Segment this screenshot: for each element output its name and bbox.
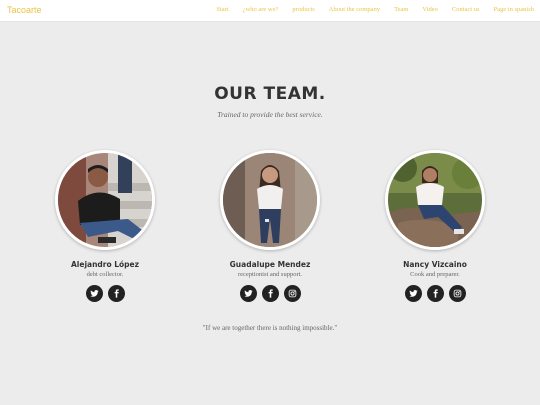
nav-link-products[interactable]: products <box>292 6 314 13</box>
facebook-icon <box>114 289 119 298</box>
member-socials <box>35 285 175 302</box>
member-photo <box>55 150 155 250</box>
team-member-card: Alejandro López debt collector. <box>35 150 175 302</box>
team-member-card: Nancy Vizcaino Cook and preparer. <box>365 150 505 302</box>
facebook-button[interactable] <box>107 285 125 302</box>
nav-link-who-are-we[interactable]: ¿who are we? <box>243 6 279 13</box>
nav-link-contact[interactable]: Contact us <box>452 6 480 13</box>
twitter-icon <box>243 290 253 297</box>
nav-link-video[interactable]: Video <box>422 6 438 13</box>
facebook-icon <box>268 289 273 298</box>
twitter-button[interactable] <box>85 285 103 302</box>
member-name: Nancy Vizcaino <box>403 260 467 269</box>
twitter-button[interactable] <box>239 285 257 302</box>
facebook-icon <box>433 289 438 298</box>
member-role: Cook and preparer. <box>410 271 460 278</box>
member-name: Guadalupe Mendez <box>229 260 311 269</box>
twitter-icon <box>89 290 99 297</box>
nav-link-team[interactable]: Team <box>394 6 408 13</box>
instagram-icon <box>288 289 296 298</box>
member-socials <box>200 285 340 302</box>
member-role: debt collector. <box>86 271 124 278</box>
nav-links: Start ¿who are we? products About the co… <box>216 6 534 13</box>
facebook-button[interactable] <box>261 285 279 302</box>
member-photo <box>220 150 320 250</box>
twitter-button[interactable] <box>404 285 422 302</box>
member-socials <box>365 285 505 302</box>
brand-logo[interactable]: Tacoarte <box>7 5 42 15</box>
nav-link-about-company[interactable]: About the company <box>329 6 380 13</box>
member-name: Alejandro López <box>70 260 140 269</box>
section-title: OUR TEAM. <box>214 84 326 104</box>
nav-link-start[interactable]: Start <box>216 6 228 13</box>
instagram-icon <box>453 289 461 298</box>
facebook-button[interactable] <box>426 285 444 302</box>
member-role: receptionist and support. <box>237 271 303 278</box>
team-quote: "If we are together there is nothing imp… <box>202 324 338 332</box>
instagram-button[interactable] <box>283 285 301 302</box>
instagram-button[interactable] <box>448 285 466 302</box>
member-photo <box>385 150 485 250</box>
nav-link-spanish[interactable]: Page in spanish <box>494 6 534 13</box>
twitter-icon <box>408 290 418 297</box>
team-member-card: Guadalupe Mendez receptionist and suppor… <box>200 150 340 302</box>
section-subtitle: Trained to provide the best service. <box>217 110 323 119</box>
navbar: Tacoarte Start ¿who are we? products Abo… <box>0 0 540 22</box>
